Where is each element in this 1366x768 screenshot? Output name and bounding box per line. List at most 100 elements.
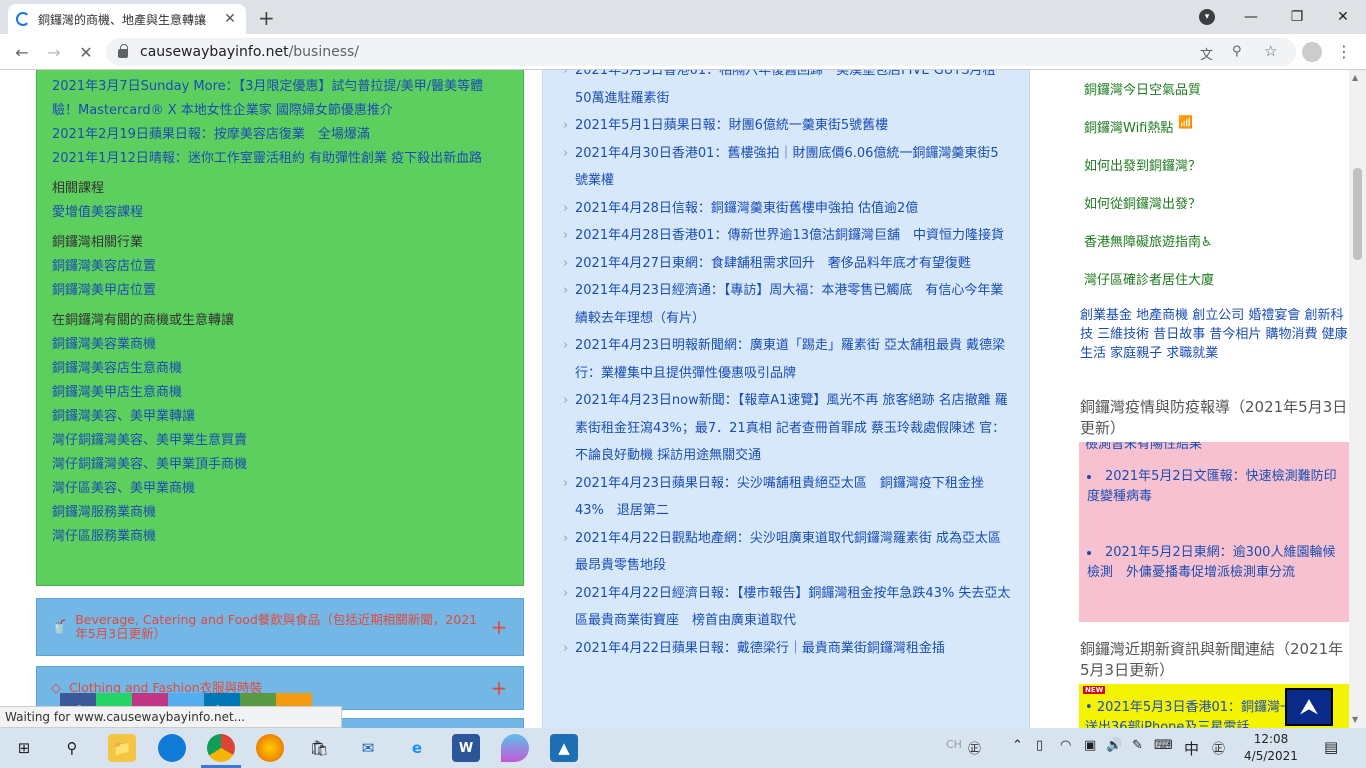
expand-plus-icon[interactable]: + — [489, 615, 509, 639]
windows-start-icon[interactable]: ⊞ — [10, 734, 38, 762]
notifications-icon[interactable]: ▤ — [1324, 738, 1338, 756]
search-icon[interactable]: ⚲ — [58, 734, 86, 762]
course-link[interactable]: 愛增值美容課程 — [52, 201, 509, 225]
stop-loading-icon[interactable]: ✕ — [74, 40, 98, 64]
business-link[interactable]: 銅鑼灣美容店生意商機 — [52, 357, 509, 381]
touch-keyboard-icon[interactable]: ⌨ — [1154, 738, 1173, 753]
internet-explorer-icon[interactable]: e — [403, 734, 431, 762]
tab-strip: 銅鑼灣的商機、地產與生意轉讓 ✕ + ▾ — ❐ ✕ — [0, 0, 1366, 34]
browser-tab[interactable]: 銅鑼灣的商機、地產與生意轉讓 ✕ — [8, 4, 246, 34]
ime-pad-icon[interactable]: ㊣ — [968, 738, 981, 757]
back-arrow-icon[interactable]: ← — [10, 40, 34, 64]
news-link[interactable]: 2021年2月19日蘋果日報：按摩美容店復業 全場爆滿 — [52, 123, 509, 147]
news-link[interactable]: 2021年4月22日經濟日報：【樓市報告】銅鑼灣租金按年急跌43% 失去亞太區最… — [563, 580, 1011, 635]
news-link[interactable]: 2021年5月1日蘋果日報：財團6億統一羹東街5號舊樓 — [563, 112, 1011, 140]
business-link[interactable]: 灣仔區服務業商機 — [52, 525, 509, 549]
news-link[interactable]: 2021年4月22日蘋果日報：戴德梁行｜最貴商業街銅鑼灣租金插 — [563, 635, 1011, 663]
news-link[interactable]: 2021年1月12日晴報：迷你工作室靈活租約 有助彈性創業 疫下殺出新血路 — [52, 147, 509, 171]
ime-options-icon[interactable]: ㊣ — [1212, 738, 1225, 757]
business-link[interactable]: 銅鑼灣美容業商機 — [52, 333, 509, 357]
zoom-icon[interactable]: ⚲ — [1232, 44, 1242, 59]
browser-menu-icon[interactable]: ⋮ — [1336, 42, 1352, 61]
expand-plus-icon[interactable]: + — [489, 676, 509, 700]
air-quality-link[interactable]: 銅鑼灣今日空氣品質 — [1084, 79, 1201, 98]
maximize-icon[interactable]: ❐ — [1274, 0, 1320, 34]
beauty-section-panel: 2021年3月7日Sunday More：【3月限定優惠】試勻普拉提/美甲/醫美… — [36, 70, 524, 586]
wifi-hotspot-link[interactable]: 銅鑼灣Wifi熱點 — [1084, 117, 1173, 136]
browser-status-bar: Waiting for www.causewaybayinfo.net... — [0, 706, 342, 728]
lock-icon[interactable] — [118, 44, 128, 58]
accessible-travel-link[interactable]: 香港無障礙旅遊指南♿ — [1084, 231, 1213, 250]
back-to-top-button[interactable]: ⮝ — [1285, 688, 1333, 726]
tab-search-icon[interactable]: ▾ — [1199, 9, 1215, 25]
chrome-browser-icon[interactable] — [207, 734, 235, 762]
clock-date: 4/5/2021 — [1244, 749, 1298, 763]
minimize-icon[interactable]: — — [1228, 0, 1274, 34]
right-sidebar: 銅鑼灣今日空氣品質 銅鑼灣Wifi熱點 📶 如何出發到銅鑼灣？ 如何從銅鑼灣出發… — [1066, 70, 1349, 728]
business-link[interactable]: 銅鑼灣服務業商機 — [52, 501, 509, 525]
news-link[interactable]: 2021年4月23日經濟通：【專訪】周大福：本港零售已觸底 有信心今年業績較去年… — [563, 277, 1011, 332]
industry-link[interactable]: 銅鑼灣美甲店位置 — [52, 279, 509, 303]
paint-3d-icon[interactable] — [501, 734, 529, 762]
news-link[interactable]: 2021年4月28日信報：銅鑼灣羹東街舊樓申強拍 估值逾2億 — [563, 195, 1011, 223]
ime-mode-indicator[interactable]: 中 — [1184, 738, 1199, 759]
tag-cloud[interactable]: 創業基金 地產商機 創立公司 婚禮宴會 創新科技 三維技術 昔日故事 昔今相片 … — [1080, 306, 1350, 363]
news-link[interactable]: 2021年4月23日蘋果日報：尖沙嘴舖租貴絕亞太區 銅鑼灣疫下租金挫43% 退居… — [563, 470, 1011, 525]
accordion-beverage[interactable]: 🥤 Beverage, Catering and Food餐飲與食品（包括近期相… — [36, 598, 524, 656]
business-link[interactable]: 灣仔銅鑼灣美容、美甲業頂手商機 — [52, 453, 509, 477]
covid-news-link[interactable]: 2021年5月2日東網：逾300人維園輪候檢測 外傭憂播毒促增派檢測車分流 — [1085, 543, 1343, 583]
word-icon[interactable]: W — [452, 734, 480, 762]
news-link[interactable]: 2021年4月28日香港01：傳新世界逾13億沽銅鑼灣巨舖 中資恒力隆接貨 — [563, 222, 1011, 250]
profile-avatar-icon[interactable] — [1302, 42, 1322, 62]
news-link[interactable]: 2021年4月27日東網：食肆舖租需求回升 奢侈品料年底才有望復甦 — [563, 250, 1011, 278]
new-tab-button[interactable]: + — [258, 6, 275, 30]
page-scrollbar[interactable]: ▲ ▼ — [1349, 70, 1366, 728]
forward-arrow-icon[interactable]: → — [42, 40, 66, 64]
battery-icon[interactable]: ▯ — [1036, 738, 1043, 753]
covid-news-link[interactable]: 2021年5月2日文匯報：快速檢測難防印度變種病毒 — [1085, 467, 1343, 507]
scroll-down-arrow-icon[interactable]: ▼ — [1352, 715, 1358, 724]
left-column: 2021年3月7日Sunday More：【3月限定優惠】試勻普拉提/美甲/醫美… — [36, 70, 524, 728]
tab-close-icon[interactable]: ✕ — [222, 11, 238, 27]
industry-link[interactable]: 銅鑼灣美容店位置 — [52, 255, 509, 279]
covid-news-panel: 檢測皆未有陽性結果 2021年5月2日文匯報：快速檢測難防印度變種病毒 2021… — [1079, 442, 1349, 622]
file-explorer-icon[interactable]: 📁 — [108, 734, 136, 762]
address-bar[interactable]: causewaybayinfo.net /business/ 文 ⚲ ☆ — [106, 38, 1296, 66]
close-window-icon[interactable]: ✕ — [1320, 0, 1366, 34]
news-link[interactable]: 2021年4月30日香港01：舊樓強拍｜財團底價6.06億統一銅鑼灣羹東街5號業… — [563, 140, 1011, 195]
edge-browser-icon[interactable] — [158, 734, 186, 762]
business-link[interactable]: 銅鑼灣美容、美甲業轉讓 — [52, 405, 509, 429]
scroll-up-arrow-icon[interactable]: ▲ — [1352, 73, 1358, 82]
courses-heading: 相關課程 — [52, 181, 105, 196]
news-link[interactable]: 2021年4月22日觀點地產網：尖沙咀廣東道取代銅鑼灣羅素街 成為亞太區最昂貴零… — [563, 525, 1011, 580]
news-link[interactable]: 2021年5月3日香港01：相隔六年復舊回歸 美漢堡包店FIVE GUYS月租5… — [563, 70, 1011, 112]
mail-icon[interactable]: ✉ — [354, 734, 382, 762]
show-hidden-icons-icon[interactable]: ⌃ — [1012, 738, 1023, 753]
network-icon[interactable]: ◠ — [1060, 738, 1071, 753]
security-icon[interactable]: ▣ — [1084, 738, 1096, 753]
business-link[interactable]: 銅鑼灣美甲店生意商機 — [52, 381, 509, 405]
business-link[interactable]: 灣仔銅鑼灣美容、美甲業生意買賣 — [52, 429, 509, 453]
news-link[interactable]: 2021年4月23日now新聞：【報章A1速覽】風光不再 旅客絕跡 名店撤離 羅… — [563, 387, 1011, 470]
scrollbar-thumb[interactable] — [1353, 168, 1362, 260]
tab-title: 銅鑼灣的商機、地產與生意轉讓 — [38, 12, 207, 27]
confirmed-cases-link[interactable]: 灣仔區確診者居住大廈 — [1084, 269, 1214, 288]
system-clock[interactable]: 12:08 4/5/2021 — [1236, 731, 1306, 765]
news-link[interactable]: 2021年3月7日Sunday More：【3月限定優惠】試勻普拉提/美甲/醫美… — [52, 75, 509, 123]
firefox-browser-icon[interactable] — [256, 734, 284, 762]
latest-news-heading: 銅鑼灣近期新資訊與新聞連結（2021年5月3日更新） — [1080, 640, 1344, 679]
how-to-depart-link[interactable]: 如何從銅鑼灣出發？ — [1084, 193, 1201, 212]
business-link[interactable]: 灣仔區美容、美甲業商機 — [52, 477, 509, 501]
covid-section-heading: 銅鑼灣疫情與防疫報導（2021年5月3日更新） — [1080, 398, 1348, 437]
pen-icon[interactable]: ✎ — [1132, 738, 1143, 753]
covid-news-link[interactable]: 檢測皆未有陽性結果 — [1085, 442, 1343, 452]
photos-icon[interactable]: ▲ — [550, 734, 578, 762]
translate-icon[interactable]: 文 — [1200, 44, 1213, 63]
bookmark-star-icon[interactable]: ☆ — [1264, 42, 1277, 60]
windows-taskbar: ⊞ ⚲ 📁 🛍 ✉ e W ▲ CH ㊣ ⌃ ▯ ◠ ▣ 🔊 ✎ ⌨ 中 ㊣ 1… — [0, 728, 1366, 768]
middle-news-column: 2021年5月3日香港01：相隔六年復舊回歸 美漢堡包店FIVE GUYS月租5… — [542, 70, 1030, 728]
how-to-get-link[interactable]: 如何出發到銅鑼灣？ — [1084, 155, 1201, 174]
news-link[interactable]: 2021年4月23日明報新聞網：廣東道「踢走」羅素街 亞太舖租最貴 戴德梁行：業… — [563, 332, 1011, 387]
store-icon[interactable]: 🛍 — [305, 734, 333, 762]
volume-icon[interactable]: 🔊 — [1106, 738, 1122, 753]
